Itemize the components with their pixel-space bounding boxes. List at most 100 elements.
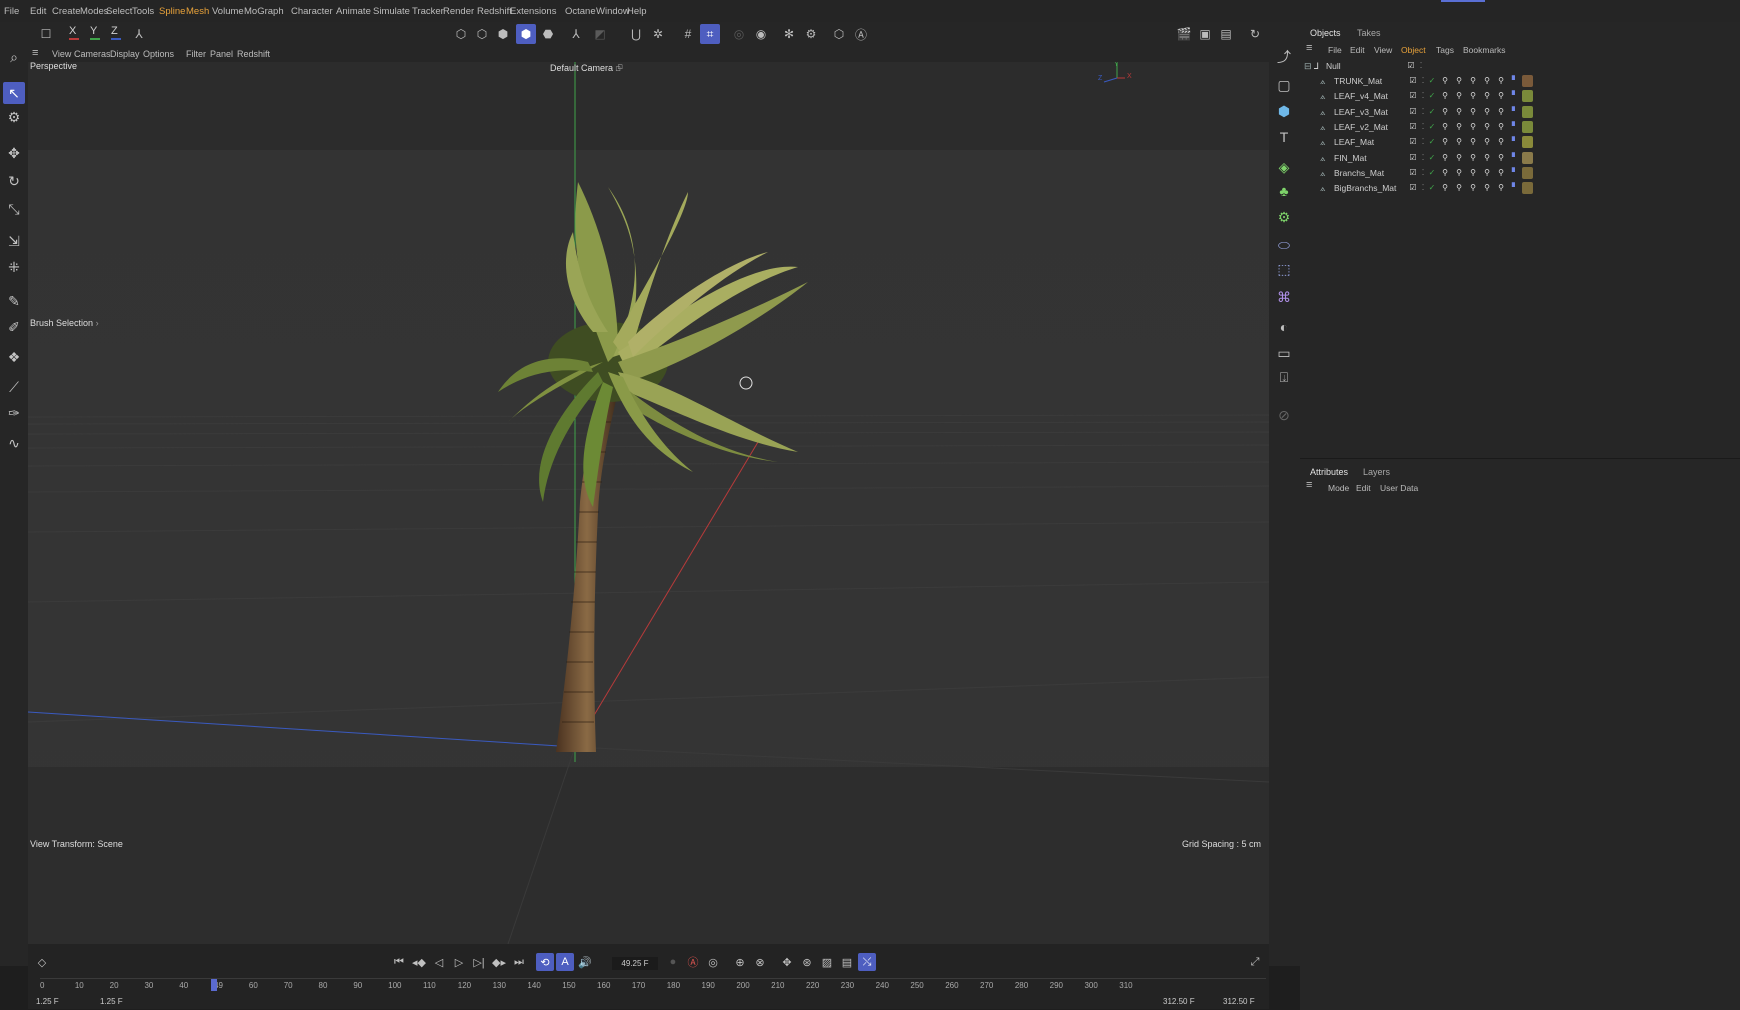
- uvw-tag-icon[interactable]: ⚲: [1440, 168, 1450, 178]
- cube-icon[interactable]: ⬢: [1273, 100, 1295, 122]
- timeline-ruler[interactable]: 0 10 20 30 40 49 60 70 80 90 100 110 120 130 140 150 160…: [40, 978, 1266, 995]
- viewport-menu-options[interactable]: Options: [143, 49, 174, 59]
- play-icon[interactable]: ▷: [450, 953, 468, 971]
- phong-tag-icon[interactable]: ⚲: [1454, 122, 1464, 132]
- enabled-check-icon[interactable]: ✓: [1427, 153, 1437, 163]
- objects-menu-edit[interactable]: Edit: [1350, 45, 1365, 55]
- visibility-icon[interactable]: ☑: [1408, 168, 1418, 178]
- preview-min-frame-field[interactable]: 1.25 F: [100, 997, 123, 1006]
- magnet-icon[interactable]: ⋃: [626, 24, 646, 44]
- playback-rate-icon[interactable]: A: [556, 953, 574, 971]
- ffd-icon[interactable]: ⬚: [1273, 258, 1295, 280]
- paint-icon[interactable]: ✐: [3, 316, 25, 338]
- select-tool-icon[interactable]: ↖: [3, 82, 25, 104]
- light-icon[interactable]: ⍗: [1273, 366, 1295, 388]
- deformer-icon[interactable]: ⬭: [1273, 234, 1295, 256]
- phong-tag-icon[interactable]: ⚲: [1454, 183, 1464, 193]
- phong-tag-icon[interactable]: ⚲: [1454, 137, 1464, 147]
- objects-menu-view[interactable]: View: [1374, 45, 1392, 55]
- enabled-check-icon[interactable]: ✓: [1427, 168, 1437, 178]
- edit-render-settings-icon[interactable]: ▤: [1216, 24, 1236, 44]
- effector-icon[interactable]: ⚙: [1273, 206, 1295, 228]
- timeline-graph-icon[interactable]: ⤢: [1246, 953, 1264, 971]
- soft-selection-icon[interactable]: ✲: [648, 24, 668, 44]
- layout-switch-icon[interactable]: ⤴: [1273, 46, 1295, 68]
- lock-icon[interactable]: Ⓐ: [851, 24, 871, 44]
- max-frame-field[interactable]: 312.50 F: [1223, 997, 1255, 1006]
- phong-tag-icon[interactable]: ⚲: [1454, 91, 1464, 101]
- texture-tag-icon[interactable]: ⚲: [1482, 76, 1492, 86]
- null-object-icon[interactable]: ▢: [1273, 74, 1295, 96]
- menu-item-redshift[interactable]: Redshift: [477, 6, 512, 17]
- visibility-icon[interactable]: ☑: [1408, 122, 1418, 132]
- uvw-tag-icon[interactable]: ⚲: [1440, 122, 1450, 132]
- spline-pen-icon[interactable]: ✎: [3, 290, 25, 312]
- objects-hamburger-icon[interactable]: ≡: [1306, 42, 1312, 54]
- interactive-render-icon[interactable]: ↻: [1245, 24, 1265, 44]
- position-key-icon[interactable]: ⊕: [731, 953, 749, 971]
- phong-tag-icon[interactable]: ⚲: [1454, 107, 1464, 117]
- material-tag-swatch[interactable]: [1522, 151, 1533, 164]
- material-tag-swatch[interactable]: [1522, 136, 1533, 149]
- texture-tag-icon[interactable]: ⚲: [1496, 107, 1506, 117]
- texture-tag-icon[interactable]: ⚲: [1496, 153, 1506, 163]
- render-settings-icon[interactable]: ⚙: [801, 24, 821, 44]
- workplane-icon[interactable]: ◎: [729, 24, 749, 44]
- record-icon[interactable]: ●: [664, 953, 682, 971]
- text-icon[interactable]: T: [1273, 126, 1295, 148]
- texture-tag-icon[interactable]: ⚲: [1496, 76, 1506, 86]
- viewport-menu-cameras[interactable]: Cameras: [74, 49, 111, 59]
- preview-max-frame-field[interactable]: 312.50 F: [1163, 997, 1195, 1006]
- objects-menu-tags[interactable]: Tags: [1436, 45, 1454, 55]
- autokey-icon[interactable]: Ⓐ: [684, 953, 702, 971]
- texture-mode-icon[interactable]: ◩: [590, 24, 610, 44]
- subdivision-icon[interactable]: ◈: [1273, 156, 1295, 178]
- axis-mode-icon[interactable]: ⅄: [566, 24, 586, 44]
- enabled-check-icon[interactable]: ✓: [1427, 107, 1437, 117]
- symmetry-icon[interactable]: ✻: [779, 24, 799, 44]
- tag-icon[interactable]: ⊘: [1273, 404, 1295, 426]
- texture-tag-icon[interactable]: ⚲: [1496, 91, 1506, 101]
- brush-icon[interactable]: ⟋: [3, 376, 25, 398]
- menu-item-help[interactable]: Help: [627, 6, 647, 17]
- material-tag-swatch[interactable]: [1522, 166, 1533, 179]
- sound-icon[interactable]: 🔊: [576, 953, 594, 971]
- tree-row-object[interactable]: ⟑ TRUNK_Mat ☑ ⁚ ✓ ⚲ ⚲ ⚲ ⚲ ⚲ ▘: [1312, 74, 1732, 89]
- points-mode-icon[interactable]: ⬡: [451, 24, 471, 44]
- collapse-icon[interactable]: ⊟: [1304, 61, 1312, 72]
- enabled-check-icon[interactable]: ✓: [1427, 76, 1437, 86]
- current-frame-field[interactable]: 49.25 F: [612, 957, 658, 970]
- pla-key-icon[interactable]: ▨: [818, 953, 836, 971]
- keyframe-icon[interactable]: ◇: [33, 953, 51, 971]
- scale-key-icon[interactable]: ✥: [778, 953, 796, 971]
- objects-menu-bookmarks[interactable]: Bookmarks: [1463, 45, 1506, 55]
- viewport-menu-view[interactable]: View: [52, 49, 71, 59]
- texture-tag-icon[interactable]: ⚲: [1482, 183, 1492, 193]
- phong-tag-icon[interactable]: ⚲: [1454, 76, 1464, 86]
- texture-tag-icon[interactable]: ⚲: [1482, 91, 1492, 101]
- visibility-icon[interactable]: ☑: [1408, 183, 1418, 193]
- next-frame-icon[interactable]: ▷|: [470, 953, 488, 971]
- texture-tag-icon[interactable]: ⚲: [1482, 168, 1492, 178]
- tree-row-object[interactable]: ⟑ LEAF_v4_Mat ☑ ⁚ ✓ ⚲ ⚲ ⚲ ⚲ ⚲ ▘: [1312, 89, 1732, 104]
- uvw-tag-icon[interactable]: ⚲: [1440, 153, 1450, 163]
- texture-tag-icon[interactable]: ⚲: [1482, 137, 1492, 147]
- menu-item-tracker[interactable]: Tracker: [412, 6, 444, 17]
- texture-tag-icon[interactable]: ⚲: [1468, 91, 1478, 101]
- axis-x-toggle[interactable]: X: [69, 25, 79, 40]
- enabled-check-icon[interactable]: ✓: [1427, 183, 1437, 193]
- polygons-mode-icon[interactable]: ⬢: [493, 24, 513, 44]
- viewport-perspective[interactable]: Perspective Default Camera ⮺ Brush Selec…: [28, 62, 1269, 944]
- tree-row-object[interactable]: ⟑ LEAF_v2_Mat ☑ ⁚ ✓ ⚲ ⚲ ⚲ ⚲ ⚲ ▘: [1312, 120, 1732, 135]
- go-to-start-icon[interactable]: ⏮: [390, 953, 408, 971]
- material-tag-swatch[interactable]: [1522, 105, 1533, 118]
- selection-tag-icon[interactable]: ▘: [1510, 137, 1520, 147]
- attributes-hamburger-icon[interactable]: ≡: [1306, 479, 1312, 491]
- menu-item-spline[interactable]: Spline: [159, 6, 185, 17]
- texture-tag-icon[interactable]: ⚲: [1468, 153, 1478, 163]
- viewport-menu-filter[interactable]: Filter: [186, 49, 206, 59]
- visibility-icon[interactable]: ☑: [1408, 107, 1418, 117]
- undo-history-icon[interactable]: ☐: [36, 24, 56, 44]
- camera-label[interactable]: Default Camera ⮺: [550, 62, 623, 77]
- next-key-icon[interactable]: ◆▸: [490, 953, 508, 971]
